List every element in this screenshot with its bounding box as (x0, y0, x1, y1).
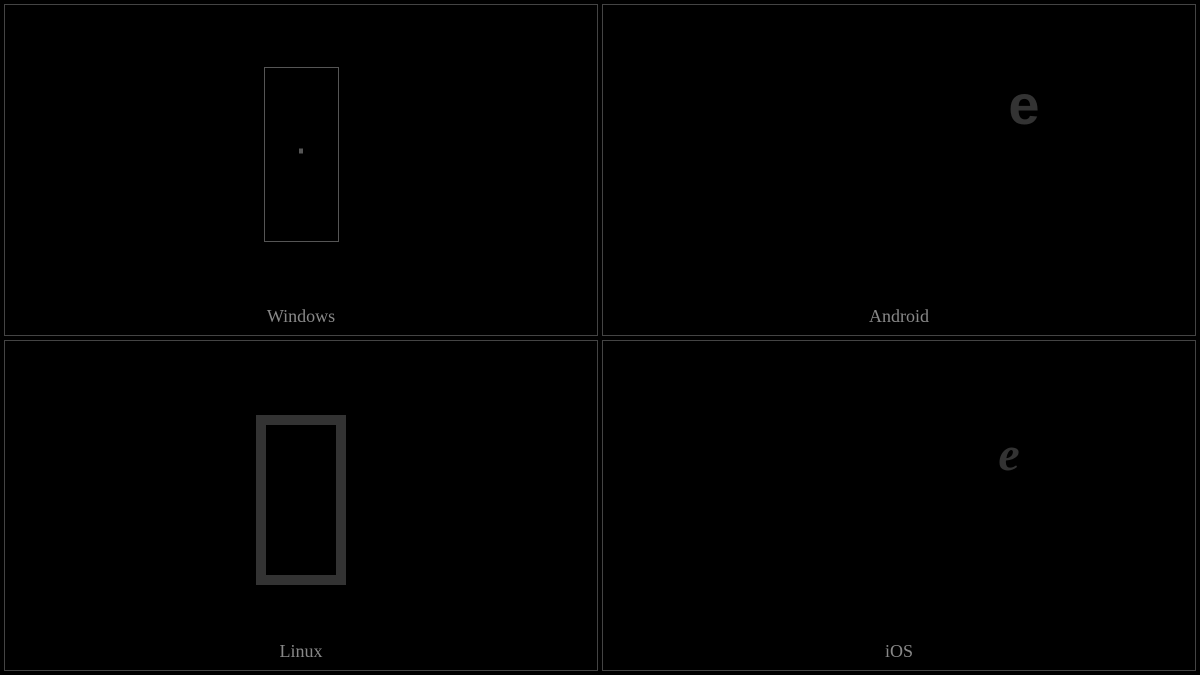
glyph-area-ios: e (603, 341, 1195, 671)
cell-windows: Windows (4, 4, 598, 336)
cell-linux: Linux (4, 340, 598, 672)
cell-android: e Android (602, 4, 1196, 336)
missing-glyph-box-icon (256, 415, 346, 585)
platform-label-ios: iOS (885, 641, 913, 662)
missing-glyph-box-icon (264, 67, 339, 242)
platform-label-windows: Windows (267, 306, 335, 327)
platform-label-android: Android (869, 306, 929, 327)
cell-ios: e iOS (602, 340, 1196, 672)
glyph-e-cursive: e (998, 431, 1019, 479)
glyph-comparison-grid: Windows e Android Linux e iOS (0, 0, 1200, 675)
glyph-area-android: e (603, 5, 1195, 335)
glyph-e-sans: e (1008, 77, 1039, 133)
platform-label-linux: Linux (280, 641, 323, 662)
glyph-area-linux (5, 341, 597, 671)
missing-glyph-mark (299, 149, 303, 154)
glyph-area-windows (5, 5, 597, 335)
